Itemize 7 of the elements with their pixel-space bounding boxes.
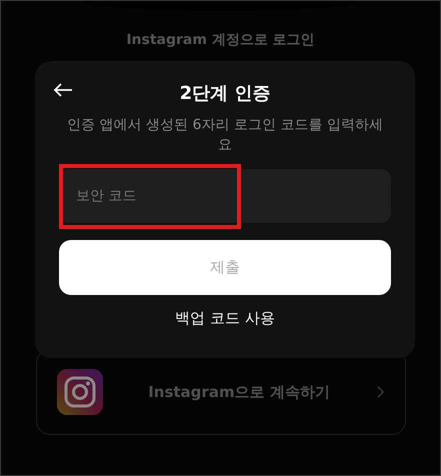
chevron-right-icon (376, 385, 384, 399)
dialog-title: 2단계 인증 (180, 82, 270, 105)
backup-code-link[interactable]: 백업 코드 사용 (175, 309, 275, 328)
camera-icon (56, 369, 102, 415)
login-heading: Instagram 계정으로 로그인 (126, 31, 315, 49)
back-arrow-icon[interactable] (53, 82, 73, 98)
dialog-description: 인증 앱에서 생성된 6자리 로그인 코드를 입력하세요 (66, 116, 384, 155)
